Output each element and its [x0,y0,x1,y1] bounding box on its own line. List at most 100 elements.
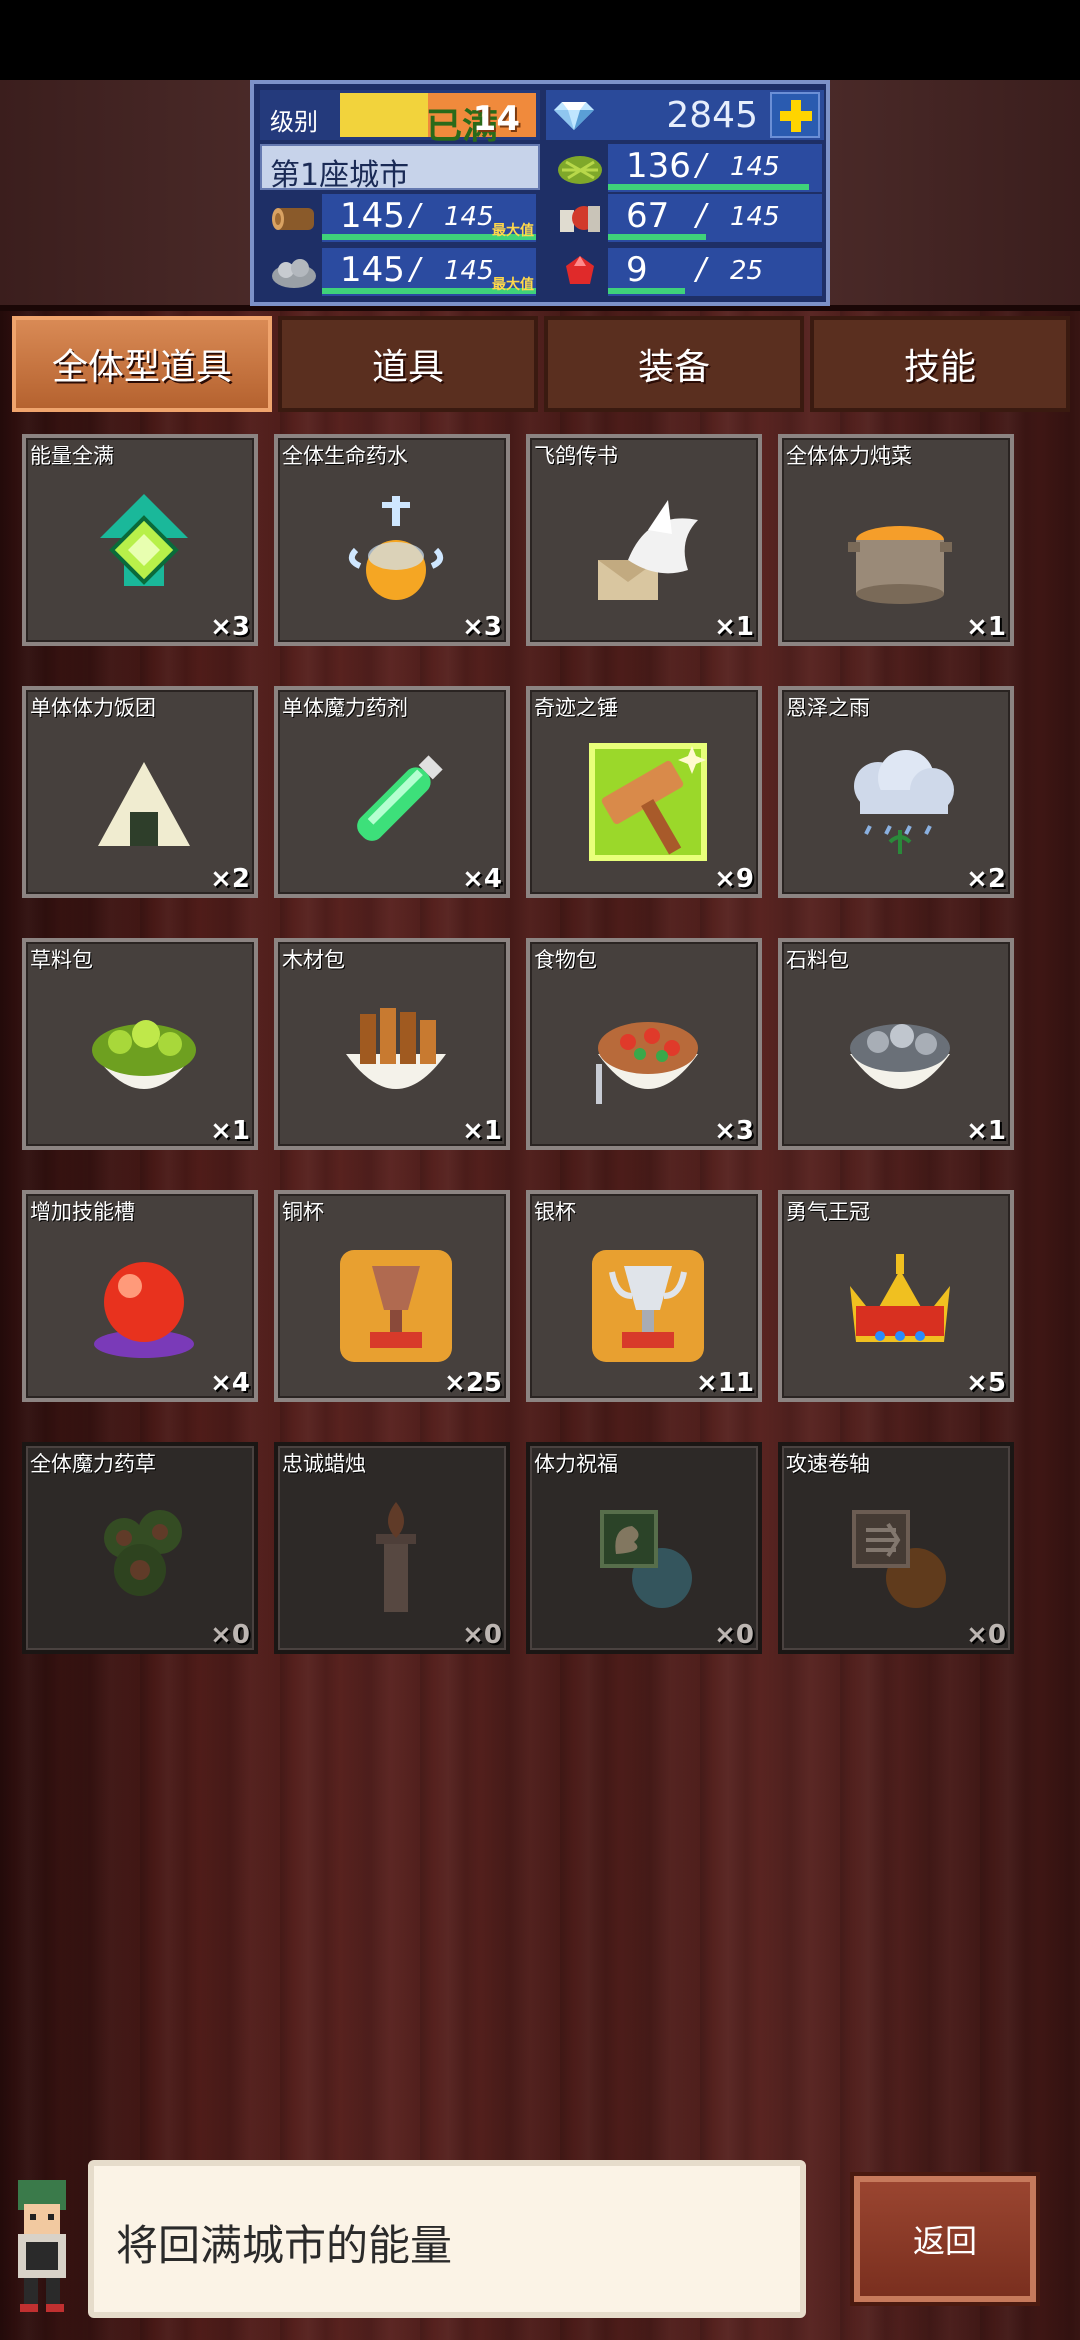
item-count: ×3 [210,612,250,642]
tab-items[interactable]: 道具 [278,316,538,412]
wood-max-tag: 最大值 [492,223,534,239]
level-bar: 已满 14 [340,93,536,147]
wood-resource: 145 / 145 最大值 [260,194,538,242]
item-slot[interactable]: 石料包 ×1 [778,938,1014,1150]
item-slot[interactable]: 增加技能槽 ×4 [22,1190,258,1402]
city-status-panel: 级别 已满 14 2845 第1座城市 136 / 145 145 / 145 … [250,80,830,306]
item-slot[interactable]: 银杯 ×11 [526,1190,762,1402]
level-display: 级别 已满 14 [260,90,540,147]
item-name: 飞鸽传书 [534,444,618,468]
item-name: 全体魔力药草 [30,1452,156,1476]
item-count: ×0 [210,1620,250,1650]
food-resource: 67 / 145 [546,194,824,242]
item-slot[interactable]: 食物包 ×3 [526,938,762,1150]
city-name: 第1座城市 [270,158,410,193]
item-name: 银杯 [534,1200,576,1224]
item-slot[interactable]: 单体体力饭团 ×2 [22,686,258,898]
item-category-tabs: 全体型道具 道具 装备 技能 [12,316,1072,416]
tab-group-items[interactable]: 全体型道具 [12,316,272,412]
item-name: 攻速卷轴 [786,1452,870,1476]
item-slot[interactable]: 铜杯 ×25 [274,1190,510,1402]
city-name-box: 第1座城市 [260,144,540,193]
item-count: ×5 [966,1368,1006,1398]
miracle-hammer-icon [589,743,707,861]
herb-icon [104,1510,182,1596]
food-bar [608,234,707,240]
energy-arrow-icon [100,494,188,586]
silver-cup-icon [592,1250,704,1362]
item-slot[interactable]: 恩泽之雨 ×2 [778,686,1014,898]
system-status-bar [0,0,1080,80]
item-slot[interactable]: 勇气王冠 ×5 [778,1190,1014,1402]
item-slot[interactable]: 忠诚蜡烛 ×0 [274,1442,510,1654]
item-slot[interactable]: 木材包 ×1 [274,938,510,1150]
grass-resource: 136 / 145 [546,144,824,192]
stone-max: 145 [444,256,494,286]
grass-max: 145 [730,152,780,182]
item-count: ×3 [462,612,502,642]
stone-current: 145 [340,250,405,290]
item-name: 忠诚蜡烛 [282,1452,366,1476]
item-count: ×0 [966,1620,1006,1650]
item-slot[interactable]: 全体魔力药草 ×0 [22,1442,258,1654]
add-gems-button[interactable] [770,92,820,138]
food-current: 67 [626,196,670,236]
item-count: ×25 [444,1368,502,1398]
potion-flask-icon [348,496,444,600]
item-slot[interactable]: 全体体力炖菜 ×1 [778,434,1014,646]
speed-scroll-icon [852,1510,946,1608]
item-count: ×1 [966,1116,1006,1146]
item-count: ×3 [714,1116,754,1146]
item-name: 单体体力饭团 [30,696,156,720]
wood-bag-icon [346,1008,446,1089]
grass-current: 136 [626,146,691,186]
wood-max: 145 [444,202,494,232]
pigeon-letter-icon [598,500,698,600]
item-name: 增加技能槽 [30,1200,135,1224]
item-count: ×1 [462,1116,502,1146]
ruby-icon [566,256,594,284]
item-count: ×11 [696,1368,754,1398]
ruby-max: 25 [730,256,764,286]
item-slot[interactable]: 草料包 ×1 [22,938,258,1150]
item-description: 将回满城市的能量 [116,2221,453,2270]
item-count: ×4 [462,864,502,894]
crown-icon [850,1254,950,1342]
food-max: 145 [730,202,780,232]
green-vial-icon [357,755,443,841]
item-slot[interactable]: 体力祝福 ×0 [526,1442,762,1654]
item-slot[interactable]: 奇迹之锤 ×9 [526,686,762,898]
tab-skills[interactable]: 技能 [810,316,1070,412]
item-name: 勇气王冠 [786,1200,870,1224]
item-slot[interactable]: 能量全满 ×3 [22,434,258,646]
item-name: 铜杯 [282,1200,324,1224]
item-slot[interactable]: 攻速卷轴 ×0 [778,1442,1014,1654]
item-slot[interactable]: 飞鸽传书 ×1 [526,434,762,646]
stone-resource: 145 / 145 最大值 [260,248,538,296]
gem-count: 2845 [666,95,758,136]
back-button[interactable]: 返回 [854,2176,1036,2302]
rice-ball-icon [98,762,190,846]
item-name: 体力祝福 [534,1452,618,1476]
item-name: 草料包 [30,948,93,972]
item-count: ×2 [210,864,250,894]
ruby-current: 9 [626,250,648,290]
gem-display: 2845 [546,90,824,140]
item-name: 全体体力炖菜 [786,444,912,468]
item-name: 木材包 [282,948,345,972]
stone-bag-icon [850,1024,950,1089]
item-count: ×4 [210,1368,250,1398]
tab-equipment[interactable]: 装备 [544,316,804,412]
red-orb-icon [94,1262,194,1358]
candle-icon [376,1502,416,1612]
item-slot[interactable]: 单体魔力药剂 ×4 [274,686,510,898]
rain-cloud-icon [854,750,954,854]
item-description-box: 将回满城市的能量 [88,2160,806,2318]
stone-max-tag: 最大值 [492,277,534,293]
bronze-cup-icon [340,1250,452,1362]
item-name: 食物包 [534,948,597,972]
wood-log-icon [272,208,314,230]
item-slot[interactable]: 全体生命药水 ×3 [274,434,510,646]
wood-current: 145 [340,196,405,236]
stone-icon [272,259,316,288]
